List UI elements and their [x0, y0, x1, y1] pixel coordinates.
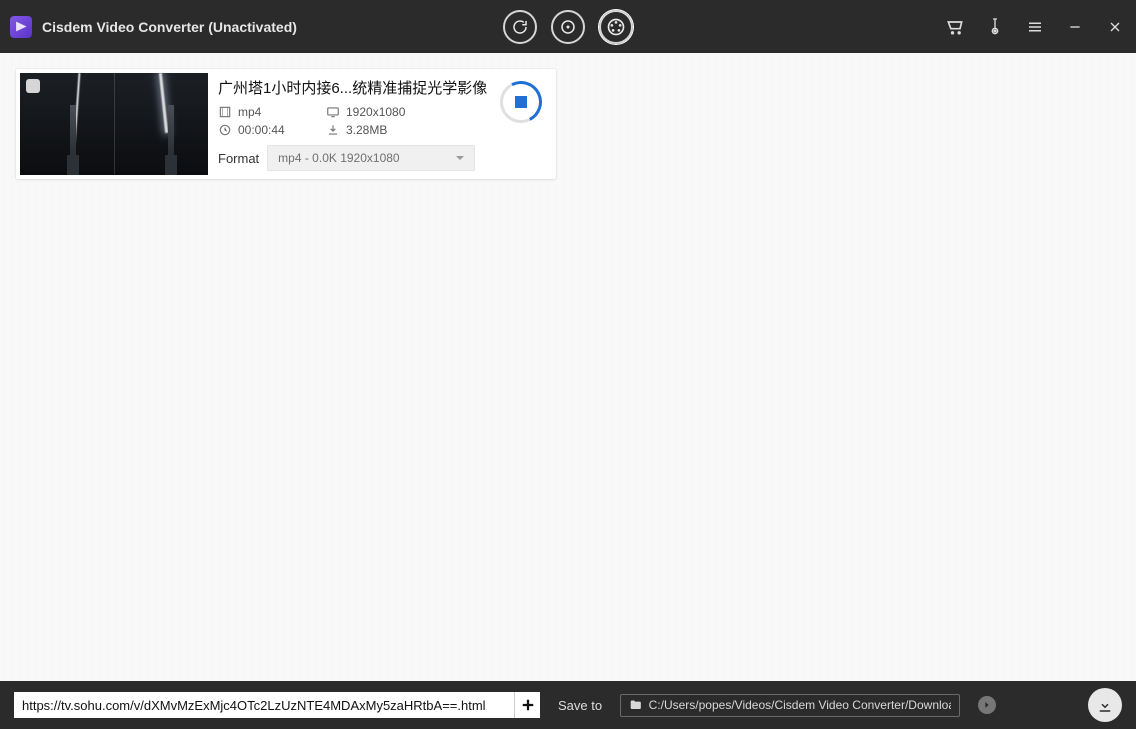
url-input[interactable] [14, 692, 514, 718]
video-meta: mp4 1920x1080 00:00:44 [218, 105, 548, 137]
url-input-group [14, 692, 540, 718]
start-download-button[interactable] [1088, 688, 1122, 722]
download-icon [1096, 696, 1114, 714]
mode-download-button[interactable] [599, 10, 633, 44]
work-area: 广州塔1小时内接6...统精准捕捉光学影像 mp4 1920x1080 [0, 53, 1136, 681]
close-button[interactable] [1104, 16, 1126, 38]
save-to-label: Save to [558, 698, 602, 713]
mode-convert-button[interactable] [503, 10, 537, 44]
disc-icon [559, 18, 577, 36]
clock-icon [218, 123, 232, 137]
video-title: 广州塔1小时内接6...统精准捕捉光学影像 [218, 79, 518, 99]
add-url-button[interactable] [514, 692, 540, 718]
thermometer-icon [987, 17, 1003, 37]
stop-download-button[interactable] [500, 81, 542, 123]
arrow-right-icon [982, 700, 992, 710]
save-path-value: C:/Users/popes/Videos/Cisdem Video Conve… [649, 698, 951, 712]
meta-resolution: 1920x1080 [326, 105, 466, 119]
minimize-icon [1067, 19, 1083, 35]
bottom-bar: Save to C:/Users/popes/Videos/Cisdem Vid… [0, 681, 1136, 729]
folder-icon [629, 698, 643, 712]
download-size-icon [326, 123, 340, 137]
meta-format-value: mp4 [238, 105, 261, 119]
window-controls [944, 16, 1126, 38]
open-folder-button[interactable] [978, 696, 996, 714]
format-label: Format [218, 151, 259, 166]
mode-rip-button[interactable] [551, 10, 585, 44]
menu-button[interactable] [1024, 16, 1046, 38]
refresh-icon [511, 18, 529, 36]
meta-size-value: 3.28MB [346, 123, 387, 137]
store-button[interactable] [944, 16, 966, 38]
app-logo [10, 16, 32, 38]
minimize-button[interactable] [1064, 16, 1086, 38]
mode-tabs [503, 10, 633, 44]
meta-duration: 00:00:44 [218, 123, 326, 137]
monitor-icon [326, 105, 340, 119]
video-details: 广州塔1小时内接6...统精准捕捉光学影像 mp4 1920x1080 [218, 73, 552, 175]
film-icon [218, 105, 232, 119]
format-select[interactable]: mp4 - 0.0K 1920x1080 [267, 145, 475, 171]
film-reel-icon [606, 17, 626, 37]
select-checkbox[interactable] [26, 79, 40, 93]
title-bar: Cisdem Video Converter (Unactivated) [0, 0, 1136, 53]
save-path-picker[interactable]: C:/Users/popes/Videos/Cisdem Video Conve… [620, 694, 960, 717]
hamburger-icon [1026, 18, 1044, 36]
format-select-value: mp4 - 0.0K 1920x1080 [278, 151, 399, 165]
meta-duration-value: 00:00:44 [238, 123, 285, 137]
video-item[interactable]: 广州塔1小时内接6...统精准捕捉光学影像 mp4 1920x1080 [16, 69, 556, 179]
meta-format: mp4 [218, 105, 326, 119]
cart-icon [945, 17, 965, 37]
app-title: Cisdem Video Converter (Unactivated) [42, 19, 297, 35]
video-thumbnail[interactable] [20, 73, 208, 175]
meta-size: 3.28MB [326, 123, 466, 137]
close-icon [1107, 19, 1123, 35]
theme-button[interactable] [984, 16, 1006, 38]
plus-icon [519, 696, 537, 714]
meta-resolution-value: 1920x1080 [346, 105, 405, 119]
